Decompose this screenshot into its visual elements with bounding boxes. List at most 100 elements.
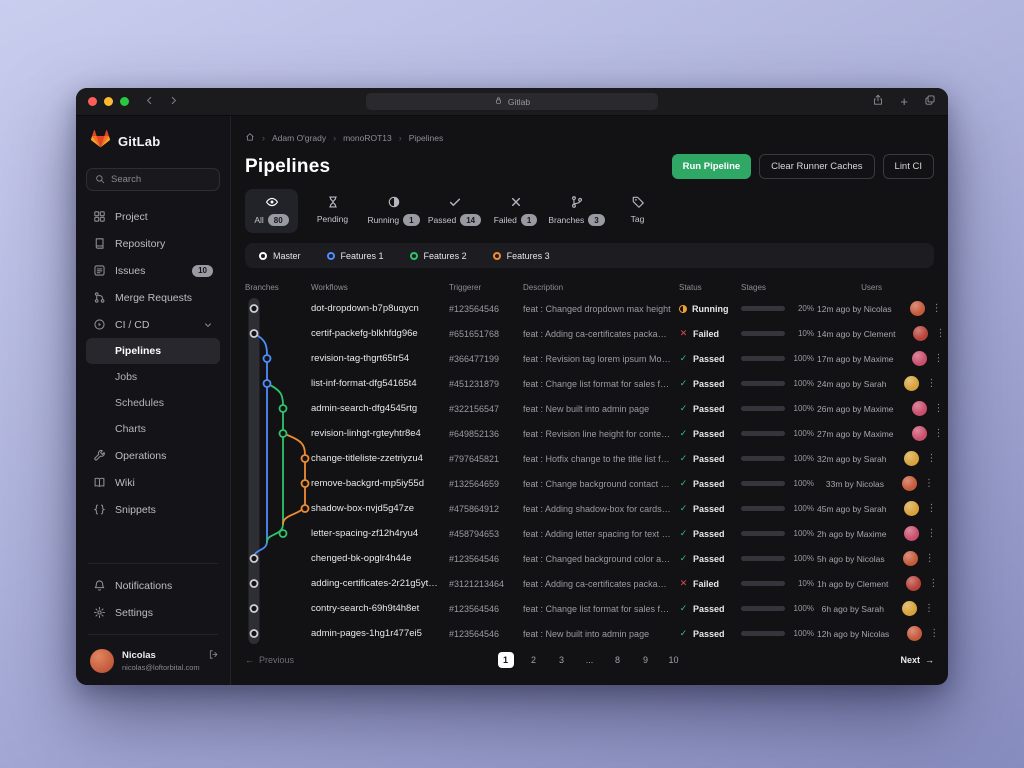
row-menu-button[interactable]: ⋮	[934, 429, 944, 439]
table-row[interactable]: chenged-bk-opglr4h44e #123564546 feat : …	[245, 546, 934, 571]
triggerer-id[interactable]: #649852136	[449, 429, 523, 439]
workflow-name[interactable]: adding-certificates-2r21g5yt77t	[311, 578, 449, 589]
table-row[interactable]: remove-backgrd-mp5iy55d #132564659 feat …	[245, 471, 934, 496]
workflow-name[interactable]: letter-spacing-zf12h4ryu4	[311, 528, 449, 539]
branch-filter-master[interactable]: Master	[259, 251, 301, 261]
tab-all[interactable]: All80	[245, 189, 298, 233]
clear-runner-caches-button[interactable]: Clear Runner Caches	[759, 154, 874, 179]
triggerer-id[interactable]: #458794653	[449, 529, 523, 539]
sidebar-item-merge-requests[interactable]: Merge Requests	[86, 284, 220, 311]
table-row[interactable]: adding-certificates-2r21g5yt77t #3121213…	[245, 571, 934, 596]
triggerer-id[interactable]: #366477199	[449, 354, 523, 364]
workflow-name[interactable]: contry-search-69h9t4h8et	[311, 603, 449, 614]
sidebar-item-settings[interactable]: Settings	[86, 599, 220, 626]
triggerer-id[interactable]: #3121213464	[449, 579, 523, 589]
browser-forward-button[interactable]	[168, 93, 179, 111]
search-input[interactable]	[111, 174, 211, 185]
next-page-button[interactable]: Next→	[900, 655, 934, 665]
triggerer-id[interactable]: #322156547	[449, 404, 523, 414]
logout-icon[interactable]	[208, 649, 219, 660]
row-menu-button[interactable]: ⋮	[929, 629, 939, 639]
breadcrumb-item-page[interactable]: Pipelines	[409, 133, 444, 143]
user-profile[interactable]: Nicolas nicolas@loftorbital.com	[86, 643, 220, 675]
tab-pending[interactable]: Pending	[306, 189, 359, 233]
row-menu-button[interactable]: ⋮	[928, 579, 938, 589]
triggerer-id[interactable]: #651651768	[449, 329, 523, 339]
table-row[interactable]: shadow-box-nvjd5g47ze #475864912 feat : …	[245, 496, 934, 521]
previous-page-button[interactable]: ←Previous	[245, 655, 294, 665]
branch-filter-features-2[interactable]: Features 2	[410, 251, 467, 261]
page-number[interactable]: 1	[498, 652, 514, 668]
table-row[interactable]: revision-linhgt-rgteyhtr8e4 #649852136 f…	[245, 421, 934, 446]
tab-failed[interactable]: Failed1	[489, 189, 542, 233]
sidebar-item-charts[interactable]: Charts	[86, 416, 220, 442]
home-icon[interactable]	[245, 132, 255, 144]
sidebar-item-issues[interactable]: Issues 10	[86, 257, 220, 284]
triggerer-id[interactable]: #123564546	[449, 629, 523, 639]
page-number[interactable]: 9	[638, 652, 654, 668]
row-menu-button[interactable]: ⋮	[934, 354, 944, 364]
table-row[interactable]: list-inf-format-dfg54165t4 #451231879 fe…	[245, 371, 934, 396]
table-row[interactable]: contry-search-69h9t4h8et #123564546 feat…	[245, 596, 934, 621]
row-menu-button[interactable]: ⋮	[926, 504, 936, 514]
lint-ci-button[interactable]: Lint CI	[883, 154, 934, 179]
breadcrumb-item-repo[interactable]: monoROT13	[343, 133, 392, 143]
sidebar-item-wiki[interactable]: Wiki	[86, 469, 220, 496]
triggerer-id[interactable]: #123564546	[449, 304, 523, 314]
browser-back-button[interactable]	[144, 93, 155, 111]
workflow-name[interactable]: chenged-bk-opglr4h44e	[311, 553, 449, 564]
table-row[interactable]: change-titleliste-zzetriyzu4 #797645821 …	[245, 446, 934, 471]
workflow-name[interactable]: remove-backgrd-mp5iy55d	[311, 478, 449, 489]
row-menu-button[interactable]: ⋮	[932, 304, 942, 314]
sidebar-item-repository[interactable]: Repository	[86, 230, 220, 257]
triggerer-id[interactable]: #797645821	[449, 454, 523, 464]
tab-passed[interactable]: Passed14	[428, 189, 481, 233]
page-number[interactable]: 3	[554, 652, 570, 668]
sidebar-item-cicd[interactable]: CI / CD	[86, 311, 220, 338]
page-number[interactable]: 10	[666, 652, 682, 668]
workflow-name[interactable]: revision-tag-thgrt65tr54	[311, 353, 449, 364]
share-icon[interactable]	[872, 93, 884, 111]
row-menu-button[interactable]: ⋮	[926, 529, 936, 539]
tab-branches[interactable]: Branches3	[550, 189, 603, 233]
workflow-name[interactable]: revision-linhgt-rgteyhtr8e4	[311, 428, 449, 439]
new-tab-button[interactable]: +	[900, 95, 908, 108]
page-number[interactable]: 2	[526, 652, 542, 668]
workflow-name[interactable]: certif-packefg-blkhfdg96e	[311, 328, 449, 339]
workflow-name[interactable]: change-titleliste-zzetriyzu4	[311, 453, 449, 464]
workflow-name[interactable]: admin-pages-1hg1r477ei5	[311, 628, 449, 639]
workflow-name[interactable]: admin-search-dfg4545rtg	[311, 403, 449, 414]
sidebar-item-pipelines[interactable]: Pipelines	[86, 338, 220, 364]
table-row[interactable]: admin-search-dfg4545rtg #322156547 feat …	[245, 396, 934, 421]
triggerer-id[interactable]: #475864912	[449, 504, 523, 514]
sidebar-item-snippets[interactable]: Snippets	[86, 496, 220, 523]
branch-filter-features-1[interactable]: Features 1	[327, 251, 384, 261]
close-window-button[interactable]	[88, 97, 97, 106]
triggerer-id[interactable]: #132564659	[449, 479, 523, 489]
row-menu-button[interactable]: ⋮	[924, 604, 934, 614]
table-row[interactable]: letter-spacing-zf12h4ryu4 #458794653 fea…	[245, 521, 934, 546]
triggerer-id[interactable]: #123564546	[449, 554, 523, 564]
tabs-overview-icon[interactable]	[924, 93, 936, 111]
brand[interactable]: GitLab	[86, 129, 220, 154]
minimize-window-button[interactable]	[104, 97, 113, 106]
workflow-name[interactable]: dot-dropdown-b7p8uqycn	[311, 303, 449, 314]
row-menu-button[interactable]: ⋮	[925, 554, 935, 564]
sidebar-item-notifications[interactable]: Notifications	[86, 572, 220, 599]
maximize-window-button[interactable]	[120, 97, 129, 106]
table-row[interactable]: certif-packefg-blkhfdg96e #651651768 fea…	[245, 321, 934, 346]
row-menu-button[interactable]: ⋮	[924, 479, 934, 489]
sidebar-item-jobs[interactable]: Jobs	[86, 364, 220, 390]
branch-filter-features-3[interactable]: Features 3	[493, 251, 550, 261]
sidebar-item-project[interactable]: Project	[86, 203, 220, 230]
triggerer-id[interactable]: #451231879	[449, 379, 523, 389]
breadcrumb-item-user[interactable]: Adam O'grady	[272, 133, 326, 143]
table-row[interactable]: dot-dropdown-b7p8uqycn #123564546 feat :…	[245, 296, 934, 321]
run-pipeline-button[interactable]: Run Pipeline	[672, 154, 752, 179]
search-box[interactable]	[86, 168, 220, 191]
address-bar[interactable]: Gitlab	[366, 93, 658, 110]
row-menu-button[interactable]: ⋮	[926, 454, 936, 464]
table-row[interactable]: revision-tag-thgrt65tr54 #366477199 feat…	[245, 346, 934, 371]
sidebar-item-schedules[interactable]: Schedules	[86, 390, 220, 416]
page-number[interactable]: 8	[610, 652, 626, 668]
